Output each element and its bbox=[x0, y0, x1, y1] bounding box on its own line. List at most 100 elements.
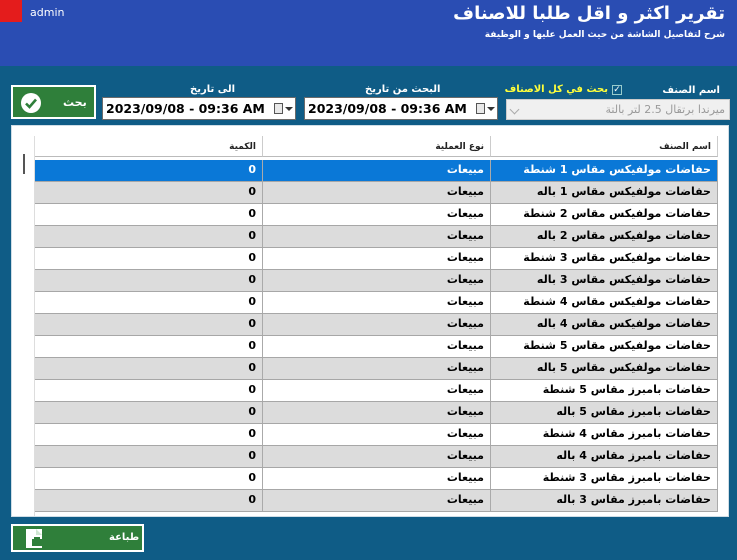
cell-operation[interactable]: مبيعات bbox=[263, 314, 491, 335]
grid-body: الكمية نوع العملية اسم الصنف 0 مبيعات حف… bbox=[16, 136, 725, 516]
chevron-down-icon[interactable] bbox=[509, 104, 520, 115]
cell-name[interactable]: حفاضات بامبرز مقاس 5 باله bbox=[491, 402, 718, 423]
print-button-label: طباعة bbox=[109, 532, 140, 543]
page-title: تقرير اكثر و اقل طلبا للاصناف bbox=[453, 3, 725, 24]
from-date-label: البحث من تاريخ bbox=[365, 84, 441, 95]
cell-qty[interactable]: 0 bbox=[35, 490, 263, 511]
cell-name[interactable]: حفاضات بامبرز مقاس 3 باله bbox=[491, 490, 718, 511]
cell-name[interactable]: حفاضات مولفيكس مقاس 1 شنطة bbox=[491, 160, 718, 181]
cell-operation[interactable]: مبيعات bbox=[263, 358, 491, 379]
all-items-label: بحث في كل الاصناف bbox=[504, 84, 608, 95]
cell-qty[interactable]: 0 bbox=[35, 182, 263, 203]
table-row[interactable]: 0 مبيعات حفاضات مولفيكس مقاس 4 باله bbox=[35, 314, 718, 336]
from-date-value: 2023/09/08 - 09:36 AM bbox=[308, 101, 467, 116]
to-date-picker[interactable]: 2023/09/08 - 09:36 AM bbox=[102, 97, 296, 120]
table-row[interactable]: 0 مبيعات حفاضات مولفيكس مقاس 5 باله bbox=[35, 358, 718, 380]
print-button[interactable]: طباعة bbox=[11, 524, 144, 552]
cell-operation[interactable]: مبيعات bbox=[263, 182, 491, 203]
results-grid: الكمية نوع العملية اسم الصنف 0 مبيعات حف… bbox=[11, 125, 729, 517]
cell-operation[interactable]: مبيعات bbox=[263, 490, 491, 511]
column-header-name-label: اسم الصنف bbox=[659, 142, 711, 152]
column-header-operation-label: نوع العملية bbox=[435, 142, 484, 152]
cell-name[interactable]: حفاضات مولفيكس مقاس 3 شنطة bbox=[491, 248, 718, 269]
cell-operation[interactable]: مبيعات bbox=[263, 160, 491, 181]
table-row[interactable]: 0 مبيعات حفاضات بامبرز مقاس 5 شنطة bbox=[35, 380, 718, 402]
cell-qty[interactable]: 0 bbox=[35, 204, 263, 225]
item-name-label: اسم الصنف bbox=[662, 85, 720, 96]
cell-name[interactable]: حفاضات مولفيكس مقاس 5 باله bbox=[491, 358, 718, 379]
chevron-down-icon[interactable] bbox=[285, 107, 293, 111]
user-name: admin bbox=[30, 6, 65, 19]
cell-name[interactable]: حفاضات بامبرز مقاس 3 شنطة bbox=[491, 468, 718, 489]
chevron-down-icon[interactable] bbox=[487, 107, 495, 111]
from-date-picker[interactable]: 2023/09/08 - 09:36 AM bbox=[304, 97, 498, 120]
cell-operation[interactable]: مبيعات bbox=[263, 292, 491, 313]
cell-name[interactable]: حفاضات مولفيكس مقاس 2 شنطة bbox=[491, 204, 718, 225]
table-row[interactable]: 0 مبيعات حفاضات بامبرز مقاس 5 باله bbox=[35, 402, 718, 424]
search-button[interactable]: بحث bbox=[11, 85, 96, 119]
cell-operation[interactable]: مبيعات bbox=[263, 204, 491, 225]
cell-operation[interactable]: مبيعات bbox=[263, 226, 491, 247]
calendar-icon[interactable] bbox=[274, 103, 283, 114]
cell-qty[interactable]: 0 bbox=[35, 248, 263, 269]
cell-qty[interactable]: 0 bbox=[35, 226, 263, 247]
cell-operation[interactable]: مبيعات bbox=[263, 468, 491, 489]
check-circle-icon bbox=[21, 93, 41, 113]
table-row[interactable]: 0 مبيعات حفاضات بامبرز مقاس 3 شنطة bbox=[35, 468, 718, 490]
cell-qty[interactable]: 0 bbox=[35, 468, 263, 489]
cell-qty[interactable]: 0 bbox=[35, 336, 263, 357]
cell-qty[interactable]: 0 bbox=[35, 424, 263, 445]
column-header-operation[interactable]: نوع العملية bbox=[263, 136, 491, 157]
cell-operation[interactable]: مبيعات bbox=[263, 446, 491, 467]
selection-indicator bbox=[23, 154, 25, 174]
cell-operation[interactable]: مبيعات bbox=[263, 424, 491, 445]
cell-operation[interactable]: مبيعات bbox=[263, 248, 491, 269]
cell-operation[interactable]: مبيعات bbox=[263, 380, 491, 401]
cell-operation[interactable]: مبيعات bbox=[263, 402, 491, 423]
item-name-combo[interactable]: ميرندا برتقال 2.5 لتر بالتة bbox=[506, 99, 730, 120]
table-row[interactable]: 0 مبيعات حفاضات مولفيكس مقاس 3 باله bbox=[35, 270, 718, 292]
cell-name[interactable]: حفاضات مولفيكس مقاس 1 باله bbox=[491, 182, 718, 203]
table-row[interactable]: 0 مبيعات حفاضات مولفيكس مقاس 1 شنطة bbox=[35, 160, 718, 182]
column-header-name[interactable]: اسم الصنف bbox=[491, 136, 718, 157]
cell-operation[interactable]: مبيعات bbox=[263, 336, 491, 357]
cell-qty[interactable]: 0 bbox=[35, 402, 263, 423]
all-items-checkbox[interactable]: ✓ بحث في كل الاصناف bbox=[504, 84, 626, 98]
table-row[interactable]: 0 مبيعات حفاضات مولفيكس مقاس 5 شنطة bbox=[35, 336, 718, 358]
cell-qty[interactable]: 0 bbox=[35, 380, 263, 401]
cell-qty[interactable]: 0 bbox=[35, 314, 263, 335]
cell-name[interactable]: حفاضات بامبرز مقاس 4 باله bbox=[491, 446, 718, 467]
column-header-qty-label: الكمية bbox=[229, 142, 256, 152]
checkbox-check-icon[interactable]: ✓ bbox=[612, 85, 622, 95]
cell-qty[interactable]: 0 bbox=[35, 292, 263, 313]
cell-qty[interactable]: 0 bbox=[35, 358, 263, 379]
cell-qty[interactable]: 0 bbox=[35, 446, 263, 467]
cell-name[interactable]: حفاضات مولفيكس مقاس 3 باله bbox=[491, 270, 718, 291]
cell-name[interactable]: حفاضات بامبرز مقاس 5 شنطة bbox=[491, 380, 718, 401]
to-date-label: الى تاريخ bbox=[190, 84, 236, 95]
cell-name[interactable]: حفاضات مولفيكس مقاس 2 باله bbox=[491, 226, 718, 247]
table-row[interactable]: 0 مبيعات حفاضات بامبرز مقاس 3 باله bbox=[35, 490, 718, 512]
calendar-icon[interactable] bbox=[476, 103, 485, 114]
column-header-qty[interactable]: الكمية bbox=[35, 136, 263, 157]
table-row[interactable]: 0 مبيعات حفاضات بامبرز مقاس 4 شنطة bbox=[35, 424, 718, 446]
table-row[interactable]: 0 مبيعات حفاضات مولفيكس مقاس 2 باله bbox=[35, 226, 718, 248]
close-icon[interactable] bbox=[0, 0, 22, 22]
cell-name[interactable]: حفاضات مولفيكس مقاس 4 شنطة bbox=[491, 292, 718, 313]
to-date-value: 2023/09/08 - 09:36 AM bbox=[106, 101, 265, 116]
table-row[interactable]: 0 مبيعات حفاضات مولفيكس مقاس 4 شنطة bbox=[35, 292, 718, 314]
table-row[interactable]: 0 مبيعات حفاضات مولفيكس مقاس 3 شنطة bbox=[35, 248, 718, 270]
search-button-label: بحث bbox=[63, 96, 87, 109]
table-row[interactable]: 0 مبيعات حفاضات بامبرز مقاس 4 باله bbox=[35, 446, 718, 468]
cell-qty[interactable]: 0 bbox=[35, 270, 263, 291]
cell-operation[interactable]: مبيعات bbox=[263, 270, 491, 291]
table-row[interactable]: 0 مبيعات حفاضات مولفيكس مقاس 1 باله bbox=[35, 182, 718, 204]
cell-name[interactable]: حفاضات مولفيكس مقاس 4 باله bbox=[491, 314, 718, 335]
item-name-combo-value: ميرندا برتقال 2.5 لتر بالتة bbox=[605, 103, 726, 116]
cell-name[interactable]: حفاضات مولفيكس مقاس 5 شنطة bbox=[491, 336, 718, 357]
row-header-gutter[interactable] bbox=[16, 136, 35, 516]
app-header: admin تقرير اكثر و اقل طلبا للاصناف شرح … bbox=[0, 0, 737, 66]
table-row[interactable]: 0 مبيعات حفاضات مولفيكس مقاس 2 شنطة bbox=[35, 204, 718, 226]
cell-qty[interactable]: 0 bbox=[35, 160, 263, 181]
cell-name[interactable]: حفاضات بامبرز مقاس 4 شنطة bbox=[491, 424, 718, 445]
